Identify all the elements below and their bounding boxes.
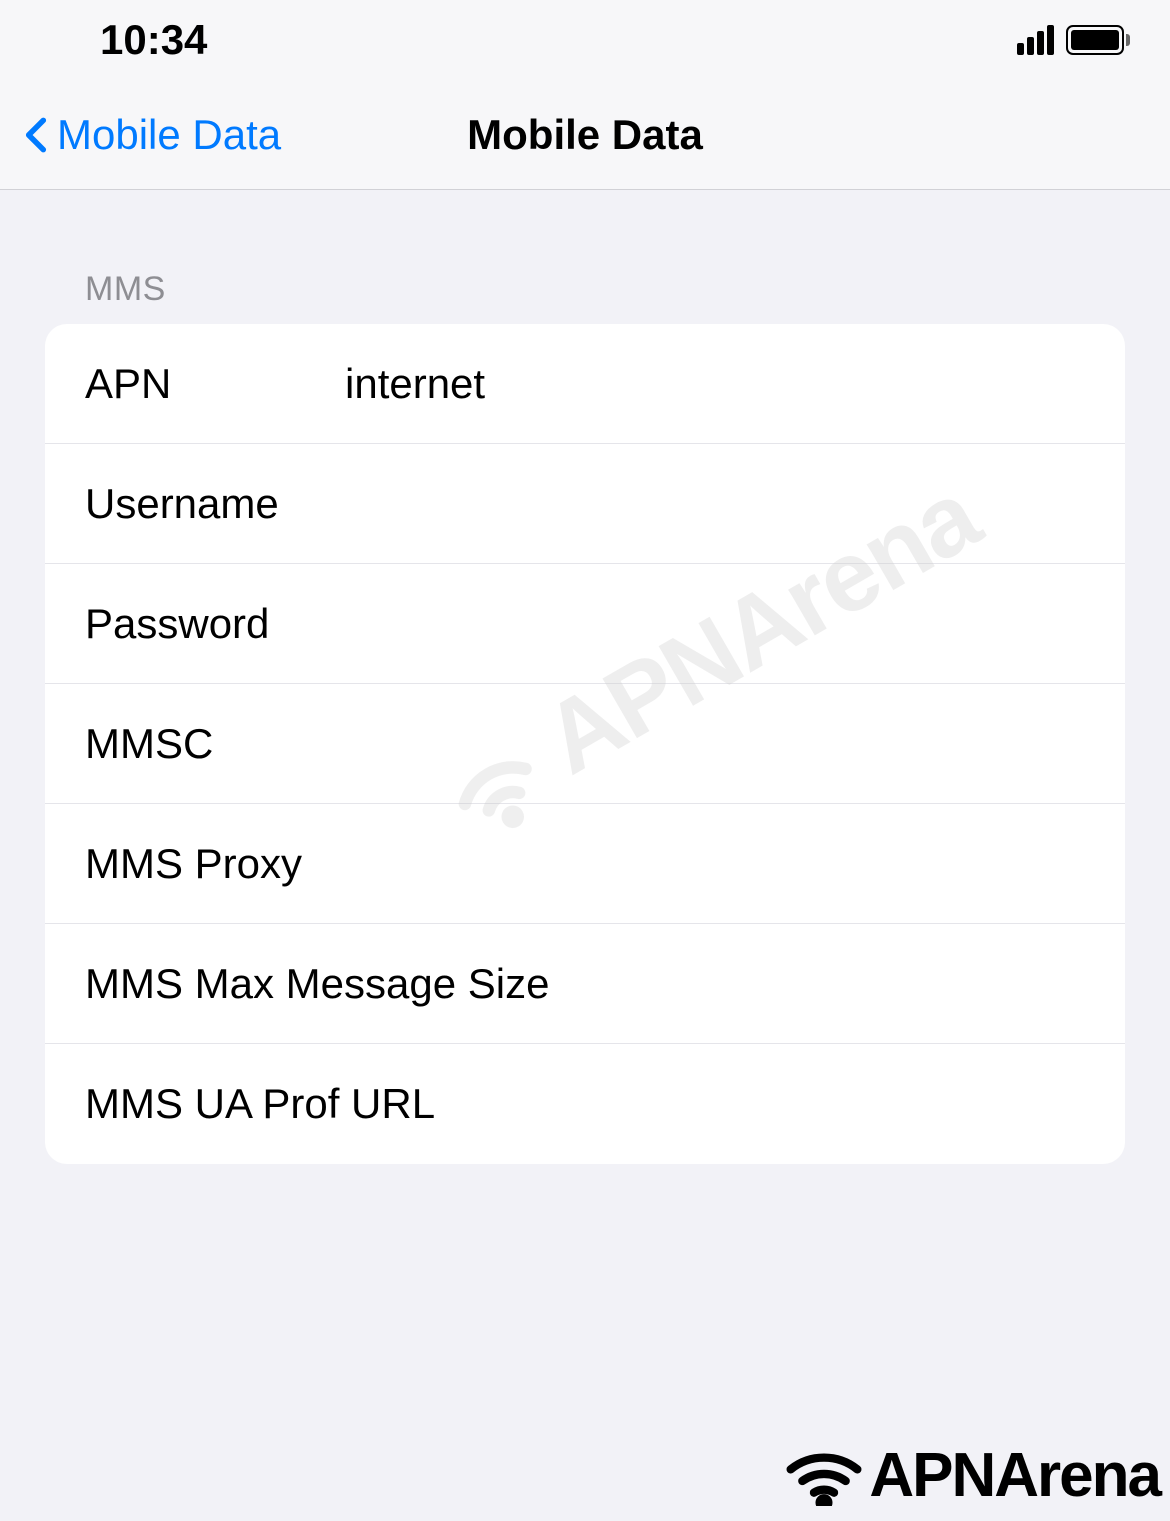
mmsc-label: MMSC (85, 720, 345, 768)
back-label: Mobile Data (57, 111, 281, 159)
battery-icon (1066, 25, 1130, 55)
mms-settings-group: APN Username Password MMSC MMS Proxy MMS… (45, 324, 1125, 1164)
mms-proxy-label: MMS Proxy (85, 840, 345, 888)
apn-label: APN (85, 360, 345, 408)
page-title: Mobile Data (467, 111, 703, 159)
back-button[interactable]: Mobile Data (25, 111, 281, 159)
password-input[interactable] (345, 600, 1085, 648)
mms-max-message-size-label: MMS Max Message Size (85, 960, 549, 1008)
username-label: Username (85, 480, 345, 528)
password-label: Password (85, 600, 345, 648)
mms-proxy-input[interactable] (345, 840, 1085, 888)
mms-max-message-size-input[interactable] (549, 960, 1090, 1008)
apn-row[interactable]: APN (45, 324, 1125, 444)
chevron-left-icon (25, 116, 47, 154)
section-header-mms: MMS (45, 270, 1125, 309)
mms-ua-prof-url-row[interactable]: MMS UA Prof URL (45, 1044, 1125, 1164)
username-input[interactable] (345, 480, 1085, 528)
status-indicators (1017, 25, 1130, 55)
mms-proxy-row[interactable]: MMS Proxy (45, 804, 1125, 924)
watermark-text: APNArena (869, 1440, 1160, 1511)
mmsc-row[interactable]: MMSC (45, 684, 1125, 804)
navigation-header: Mobile Data Mobile Data (0, 80, 1170, 190)
mmsc-input[interactable] (345, 720, 1085, 768)
status-time: 10:34 (100, 16, 207, 64)
apn-input[interactable] (345, 360, 1085, 408)
username-row[interactable]: Username (45, 444, 1125, 564)
mms-ua-prof-url-input[interactable] (435, 1080, 1085, 1128)
status-bar: 10:34 (0, 0, 1170, 80)
mms-max-message-size-row[interactable]: MMS Max Message Size (45, 924, 1125, 1044)
wifi-icon (784, 1446, 864, 1506)
password-row[interactable]: Password (45, 564, 1125, 684)
cellular-signal-icon (1017, 25, 1054, 55)
watermark-bottom: APNArena (784, 1440, 1160, 1511)
mms-ua-prof-url-label: MMS UA Prof URL (85, 1080, 435, 1128)
